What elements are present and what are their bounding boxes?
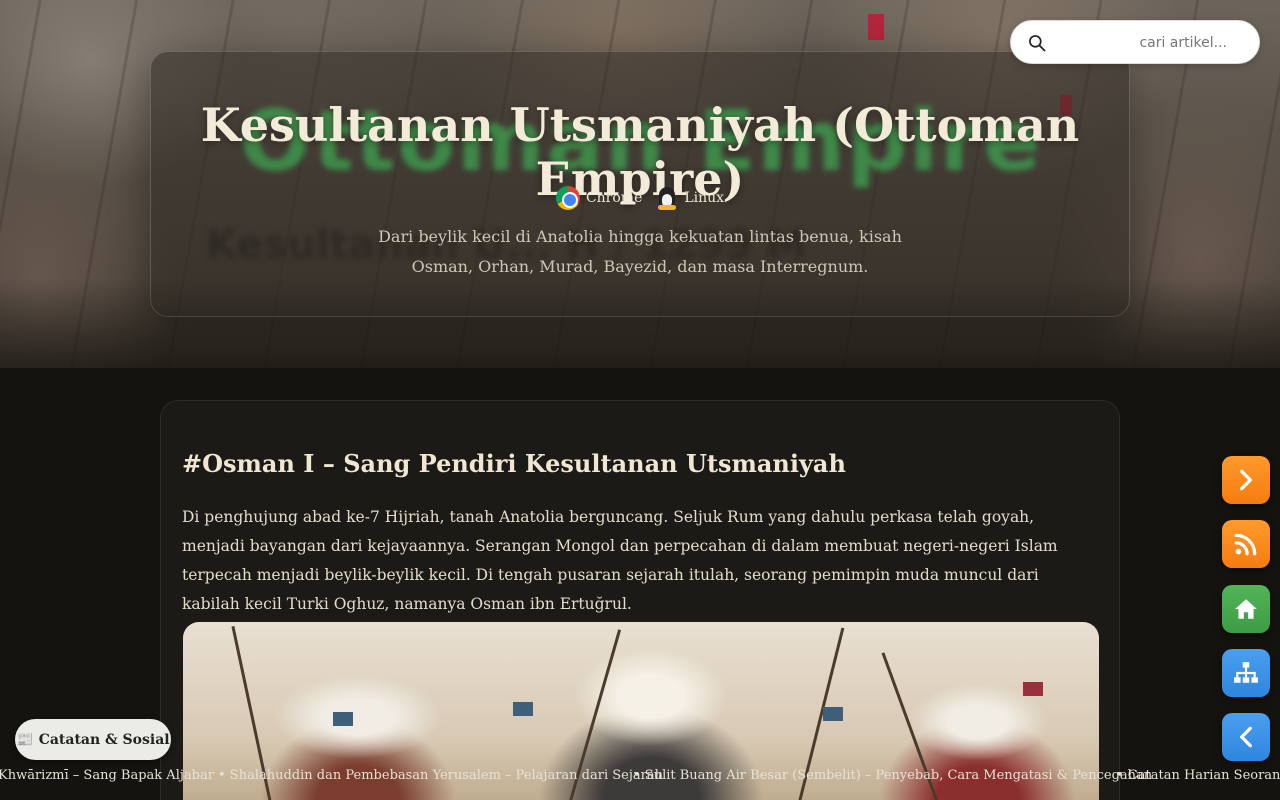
- platform-list: Chrome Linux: [151, 185, 1129, 211]
- rss-button[interactable]: [1222, 520, 1270, 568]
- news-ticker: Khwārizmī – Sang Bapak Aljabar • Shalahu…: [0, 766, 1280, 788]
- home-icon: [1235, 599, 1257, 619]
- banner-flag: [868, 14, 884, 40]
- linux-icon: [656, 185, 678, 211]
- platform-chrome: Chrome: [555, 185, 643, 211]
- ticker-item[interactable]: Khwārizmī – Sang Bapak Aljabar: [0, 768, 214, 783]
- search-icon[interactable]: [1027, 33, 1047, 53]
- hero-card: Ottoman Empire Kesultanan U... H / 1299 …: [150, 51, 1130, 317]
- search-box[interactable]: [1010, 20, 1260, 64]
- ticker-item[interactable]: • Shalahuddin dan Pembebasan Yerusalem –…: [218, 768, 663, 783]
- hero-description: Dari beylik kecil di Anatolia hingga kek…: [378, 227, 902, 276]
- search-input[interactable]: [1055, 27, 1245, 59]
- home-button[interactable]: [1222, 585, 1270, 633]
- next-button[interactable]: [1222, 456, 1270, 504]
- ticker-item[interactable]: • Catatan Harian Seorang Wa: [1116, 768, 1280, 783]
- platform-linux: Linux: [656, 185, 724, 211]
- article-card: #Osman I – Sang Pendiri Kesultanan Utsma…: [160, 400, 1120, 800]
- rss-icon: [1234, 533, 1257, 556]
- article-heading: #Osman I – Sang Pendiri Kesultanan Utsma…: [182, 449, 846, 478]
- ticker-item[interactable]: • Sulit Buang Air Besar (Sembelit) – Pen…: [633, 768, 1152, 783]
- article-paragraph: Di penghujung abad ke-7 Hijriah, tanah A…: [182, 508, 1058, 613]
- chevron-right-icon: [1240, 469, 1252, 491]
- sitemap-button[interactable]: [1222, 649, 1270, 697]
- sitemap-icon: [1234, 662, 1258, 683]
- chrome-icon: [555, 186, 580, 210]
- social-notes-button[interactable]: 📰 Catatan & Sosial: [15, 719, 171, 760]
- chevron-left-icon: [1240, 726, 1252, 748]
- platform-label: Linux: [684, 190, 725, 206]
- platform-label: Chrome: [585, 190, 643, 206]
- prev-button[interactable]: [1222, 713, 1270, 761]
